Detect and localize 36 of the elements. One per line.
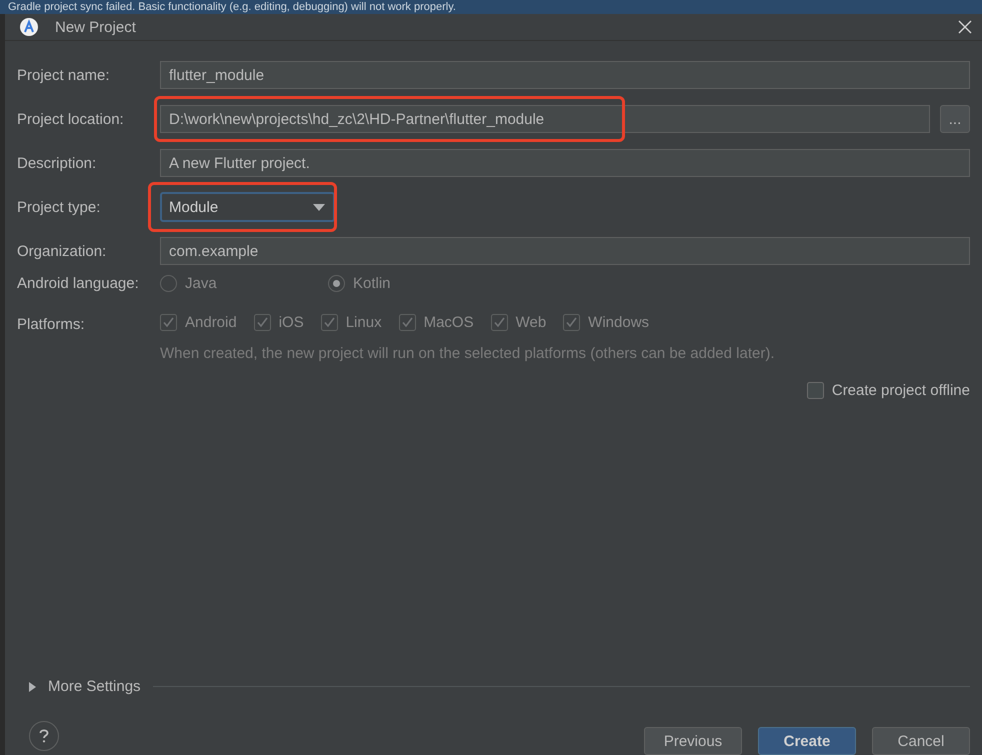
checkbox-label: Linux xyxy=(346,314,382,331)
text-field[interactable]: com.example xyxy=(160,237,970,265)
window-title: New Project xyxy=(55,18,137,36)
expand-arrow-icon[interactable] xyxy=(28,682,36,692)
checkbox-label: MacOS xyxy=(424,314,474,331)
checkbox-label: Windows xyxy=(588,314,650,331)
field-label: Project location: xyxy=(17,110,125,128)
project-type-dropdown[interactable]: Module xyxy=(160,192,335,222)
radio-label: Kotlin xyxy=(353,275,391,292)
text-field[interactable]: flutter_module xyxy=(160,61,970,89)
checkbox-label: iOS xyxy=(278,314,304,331)
field-label: Project type: xyxy=(17,198,102,216)
question-mark-icon xyxy=(39,729,49,743)
app-logo-icon xyxy=(19,17,39,37)
close-icon[interactable] xyxy=(958,20,972,34)
sync-error-message: Gradle project sync failed. Basic functionality (e.g. editing, debugging) will not work properly. xyxy=(8,1,456,13)
radio-label: Java xyxy=(185,275,217,292)
help-button[interactable] xyxy=(29,721,59,751)
checkbox-label: Create project offline xyxy=(832,382,970,399)
text-field[interactable]: D:\work\new\projects\hd_zc\2\HD-Partner\flutter_module xyxy=(160,105,930,133)
field-label: Project name: xyxy=(17,66,111,84)
checkbox[interactable] xyxy=(806,382,824,399)
checkbox-label: Web xyxy=(516,314,546,331)
browse-button[interactable]: ... xyxy=(940,105,970,133)
field-label: Organization: xyxy=(17,242,108,260)
checkbox-label: Android xyxy=(185,314,237,331)
dialog-button[interactable]: Create xyxy=(758,727,856,755)
dialog-button[interactable]: Previous xyxy=(644,727,742,755)
dialog-button[interactable]: Cancel xyxy=(872,727,970,755)
field-label: Android language: xyxy=(17,274,140,292)
caret-icon xyxy=(313,204,325,210)
more-settings-toggle[interactable]: More Settings xyxy=(48,678,141,695)
field-label: Platforms: xyxy=(17,315,86,333)
field-label: Description: xyxy=(17,154,98,172)
platforms-hint: When created, the new project will run on the selected platforms (others can be added later). xyxy=(160,345,774,362)
text-field[interactable]: A new Flutter project. xyxy=(160,149,970,177)
